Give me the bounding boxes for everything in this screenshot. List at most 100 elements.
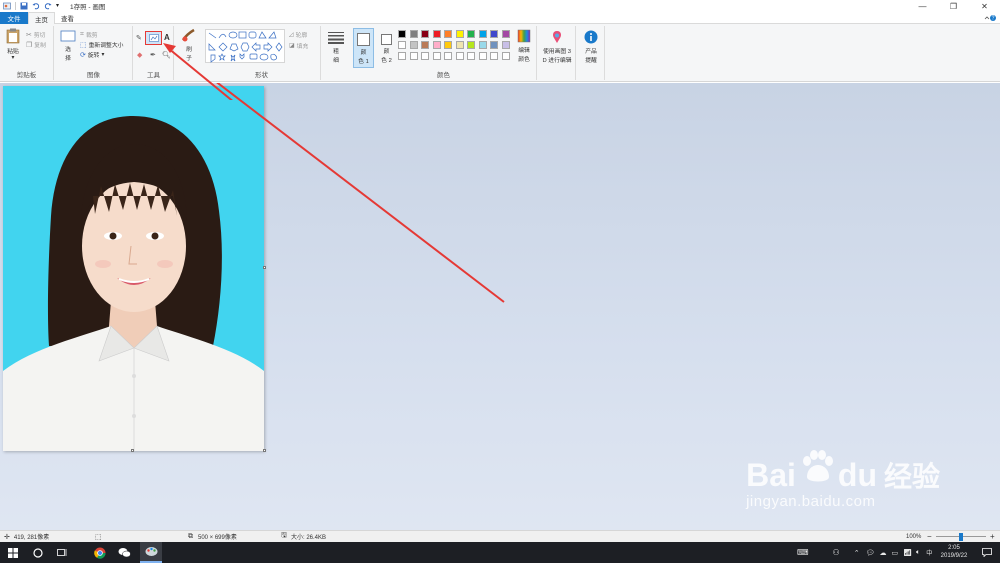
undo-icon[interactable] xyxy=(32,2,40,10)
color2-button[interactable]: 颜 色 2 xyxy=(376,28,397,68)
color-swatch[interactable] xyxy=(455,30,464,38)
color-swatch[interactable] xyxy=(421,41,429,49)
custom-color-slot[interactable] xyxy=(398,52,406,60)
volume-icon[interactable]: 🔈︎ xyxy=(916,549,920,557)
color-swatch[interactable] xyxy=(467,41,475,49)
resize-button[interactable]: ⬚ 重新调整大小 xyxy=(80,40,123,50)
pencil-icon[interactable]: ✎ xyxy=(136,34,142,42)
rotate-button[interactable]: ⟳ 旋转 ▾ xyxy=(80,50,104,60)
color-swatch[interactable] xyxy=(432,41,441,49)
color-picker-icon[interactable]: ✒ xyxy=(150,51,156,59)
chrome-taskbar-button[interactable] xyxy=(92,545,107,560)
task-view-button[interactable] xyxy=(55,545,70,560)
tray-chevron-icon[interactable]: ⌃ xyxy=(854,549,860,557)
color-swatch[interactable] xyxy=(421,30,429,38)
cut-button[interactable]: ✂ 剪切 xyxy=(26,30,45,40)
tab-home[interactable]: 主页 xyxy=(28,11,55,25)
custom-color-slot[interactable] xyxy=(467,52,475,60)
svg-text:?: ? xyxy=(992,16,995,22)
color-swatch[interactable] xyxy=(409,41,418,49)
edit-colors-button[interactable]: 编辑 颜色 xyxy=(513,29,535,63)
zoom-slider-thumb[interactable] xyxy=(959,533,963,541)
size-button[interactable]: 粗 细 xyxy=(326,30,346,64)
help-icon[interactable]: ? xyxy=(984,14,996,24)
zoom-in-button[interactable]: + xyxy=(990,532,995,541)
minimize-button[interactable]: — xyxy=(907,0,938,12)
custom-color-slot[interactable] xyxy=(409,52,418,60)
keyboard-icon[interactable]: ⌨ xyxy=(797,548,809,557)
magnifier-icon[interactable]: 🔍︎ xyxy=(162,51,171,59)
copy-button[interactable]: ❐ 复制 xyxy=(26,40,46,50)
tab-file[interactable]: 文件 xyxy=(0,11,28,24)
cloud-icon[interactable]: ☁ xyxy=(879,549,886,557)
action-center-button[interactable] xyxy=(979,545,994,560)
fill-tool-button[interactable] xyxy=(145,31,162,45)
clock-time: 2:05 xyxy=(948,545,960,551)
color1-button[interactable]: 颜 色 1 xyxy=(353,28,374,68)
paste-icon xyxy=(6,28,20,44)
paste-button[interactable]: 粘贴 ▾ xyxy=(4,28,22,61)
redo-icon[interactable] xyxy=(44,2,52,10)
wechat-taskbar-button[interactable] xyxy=(117,545,132,560)
custom-color-slot[interactable] xyxy=(478,52,487,60)
edit-colors-icon xyxy=(517,29,531,43)
color-swatch[interactable] xyxy=(501,41,510,49)
color-swatch[interactable] xyxy=(490,41,498,49)
paint-taskbar-button[interactable] xyxy=(140,542,162,563)
color-swatch[interactable] xyxy=(478,30,487,38)
customize-toolbar-icon[interactable]: ▾ xyxy=(56,2,64,10)
wechat-tray-icon[interactable]: 💬︎ xyxy=(866,549,875,557)
color-swatch[interactable] xyxy=(467,30,475,38)
color-swatch[interactable] xyxy=(501,30,510,38)
wifi-icon[interactable]: 📶︎ xyxy=(903,549,912,557)
color-swatch[interactable] xyxy=(432,30,441,38)
fill-button[interactable]: ◪ 填充 xyxy=(289,41,308,50)
brushes-button[interactable]: 刷 子 xyxy=(179,28,199,62)
ime-indicator[interactable]: 中 xyxy=(926,548,932,557)
custom-color-slot[interactable] xyxy=(432,52,441,60)
save-icon[interactable] xyxy=(20,2,28,10)
color-swatch[interactable] xyxy=(444,41,452,49)
cursor-position-icon: ✛ xyxy=(4,533,10,541)
outline-button[interactable]: ◿ 轮廓 xyxy=(289,30,307,39)
cursor-position: 419, 281像素 xyxy=(13,535,50,541)
clock[interactable]: 2:05 2019/9/22 xyxy=(934,544,974,560)
brushes-group: 刷 子 xyxy=(175,26,202,80)
copy-icon: ❐ xyxy=(26,41,33,49)
custom-color-slot[interactable] xyxy=(444,52,452,60)
eraser-icon[interactable]: ◆ xyxy=(137,51,142,59)
product-alert-button[interactable]: 产品 提醒 xyxy=(579,30,603,64)
color-swatch[interactable] xyxy=(490,30,498,38)
color-swatch[interactable] xyxy=(478,41,487,49)
custom-color-slot[interactable] xyxy=(455,52,464,60)
chrome-icon xyxy=(93,547,106,559)
text-tool-icon[interactable]: A xyxy=(164,33,170,42)
maximize-button[interactable]: ❐ xyxy=(938,0,969,12)
tab-view[interactable]: 查看 xyxy=(55,12,80,24)
close-button[interactable]: ✕ xyxy=(969,0,1000,12)
zoom-level: 100% xyxy=(906,533,922,540)
start-button[interactable] xyxy=(5,545,20,560)
color-swatch[interactable] xyxy=(409,30,418,38)
clock-date: 2019/9/22 xyxy=(940,553,968,559)
paste-dropdown-icon[interactable]: ▾ xyxy=(4,55,22,61)
zoom-out-button[interactable]: − xyxy=(927,532,932,541)
select-button[interactable]: 选 择 xyxy=(59,30,77,62)
shapes-gallery[interactable] xyxy=(205,29,285,63)
color-swatch[interactable] xyxy=(455,41,464,49)
color-swatch[interactable] xyxy=(444,30,452,38)
people-icon[interactable]: ⚇ xyxy=(833,548,840,557)
custom-color-slot[interactable] xyxy=(421,52,429,60)
color-swatch[interactable] xyxy=(398,41,406,49)
network-icon[interactable]: ▭ xyxy=(891,549,898,557)
custom-color-slot[interactable] xyxy=(490,52,498,60)
image-size-icon: ⧉ xyxy=(188,532,193,540)
paint3d-button[interactable]: 使用画图 3 D 进行编辑 xyxy=(539,30,575,64)
crop-button[interactable]: ⌗ 裁剪 xyxy=(80,30,98,40)
task-view-icon xyxy=(57,549,67,556)
line-size-icon xyxy=(328,32,344,44)
search-button[interactable] xyxy=(30,545,45,560)
color-swatch[interactable] xyxy=(398,30,406,38)
selection-icon: ⬚ xyxy=(95,533,102,541)
custom-color-slot[interactable] xyxy=(501,52,510,60)
